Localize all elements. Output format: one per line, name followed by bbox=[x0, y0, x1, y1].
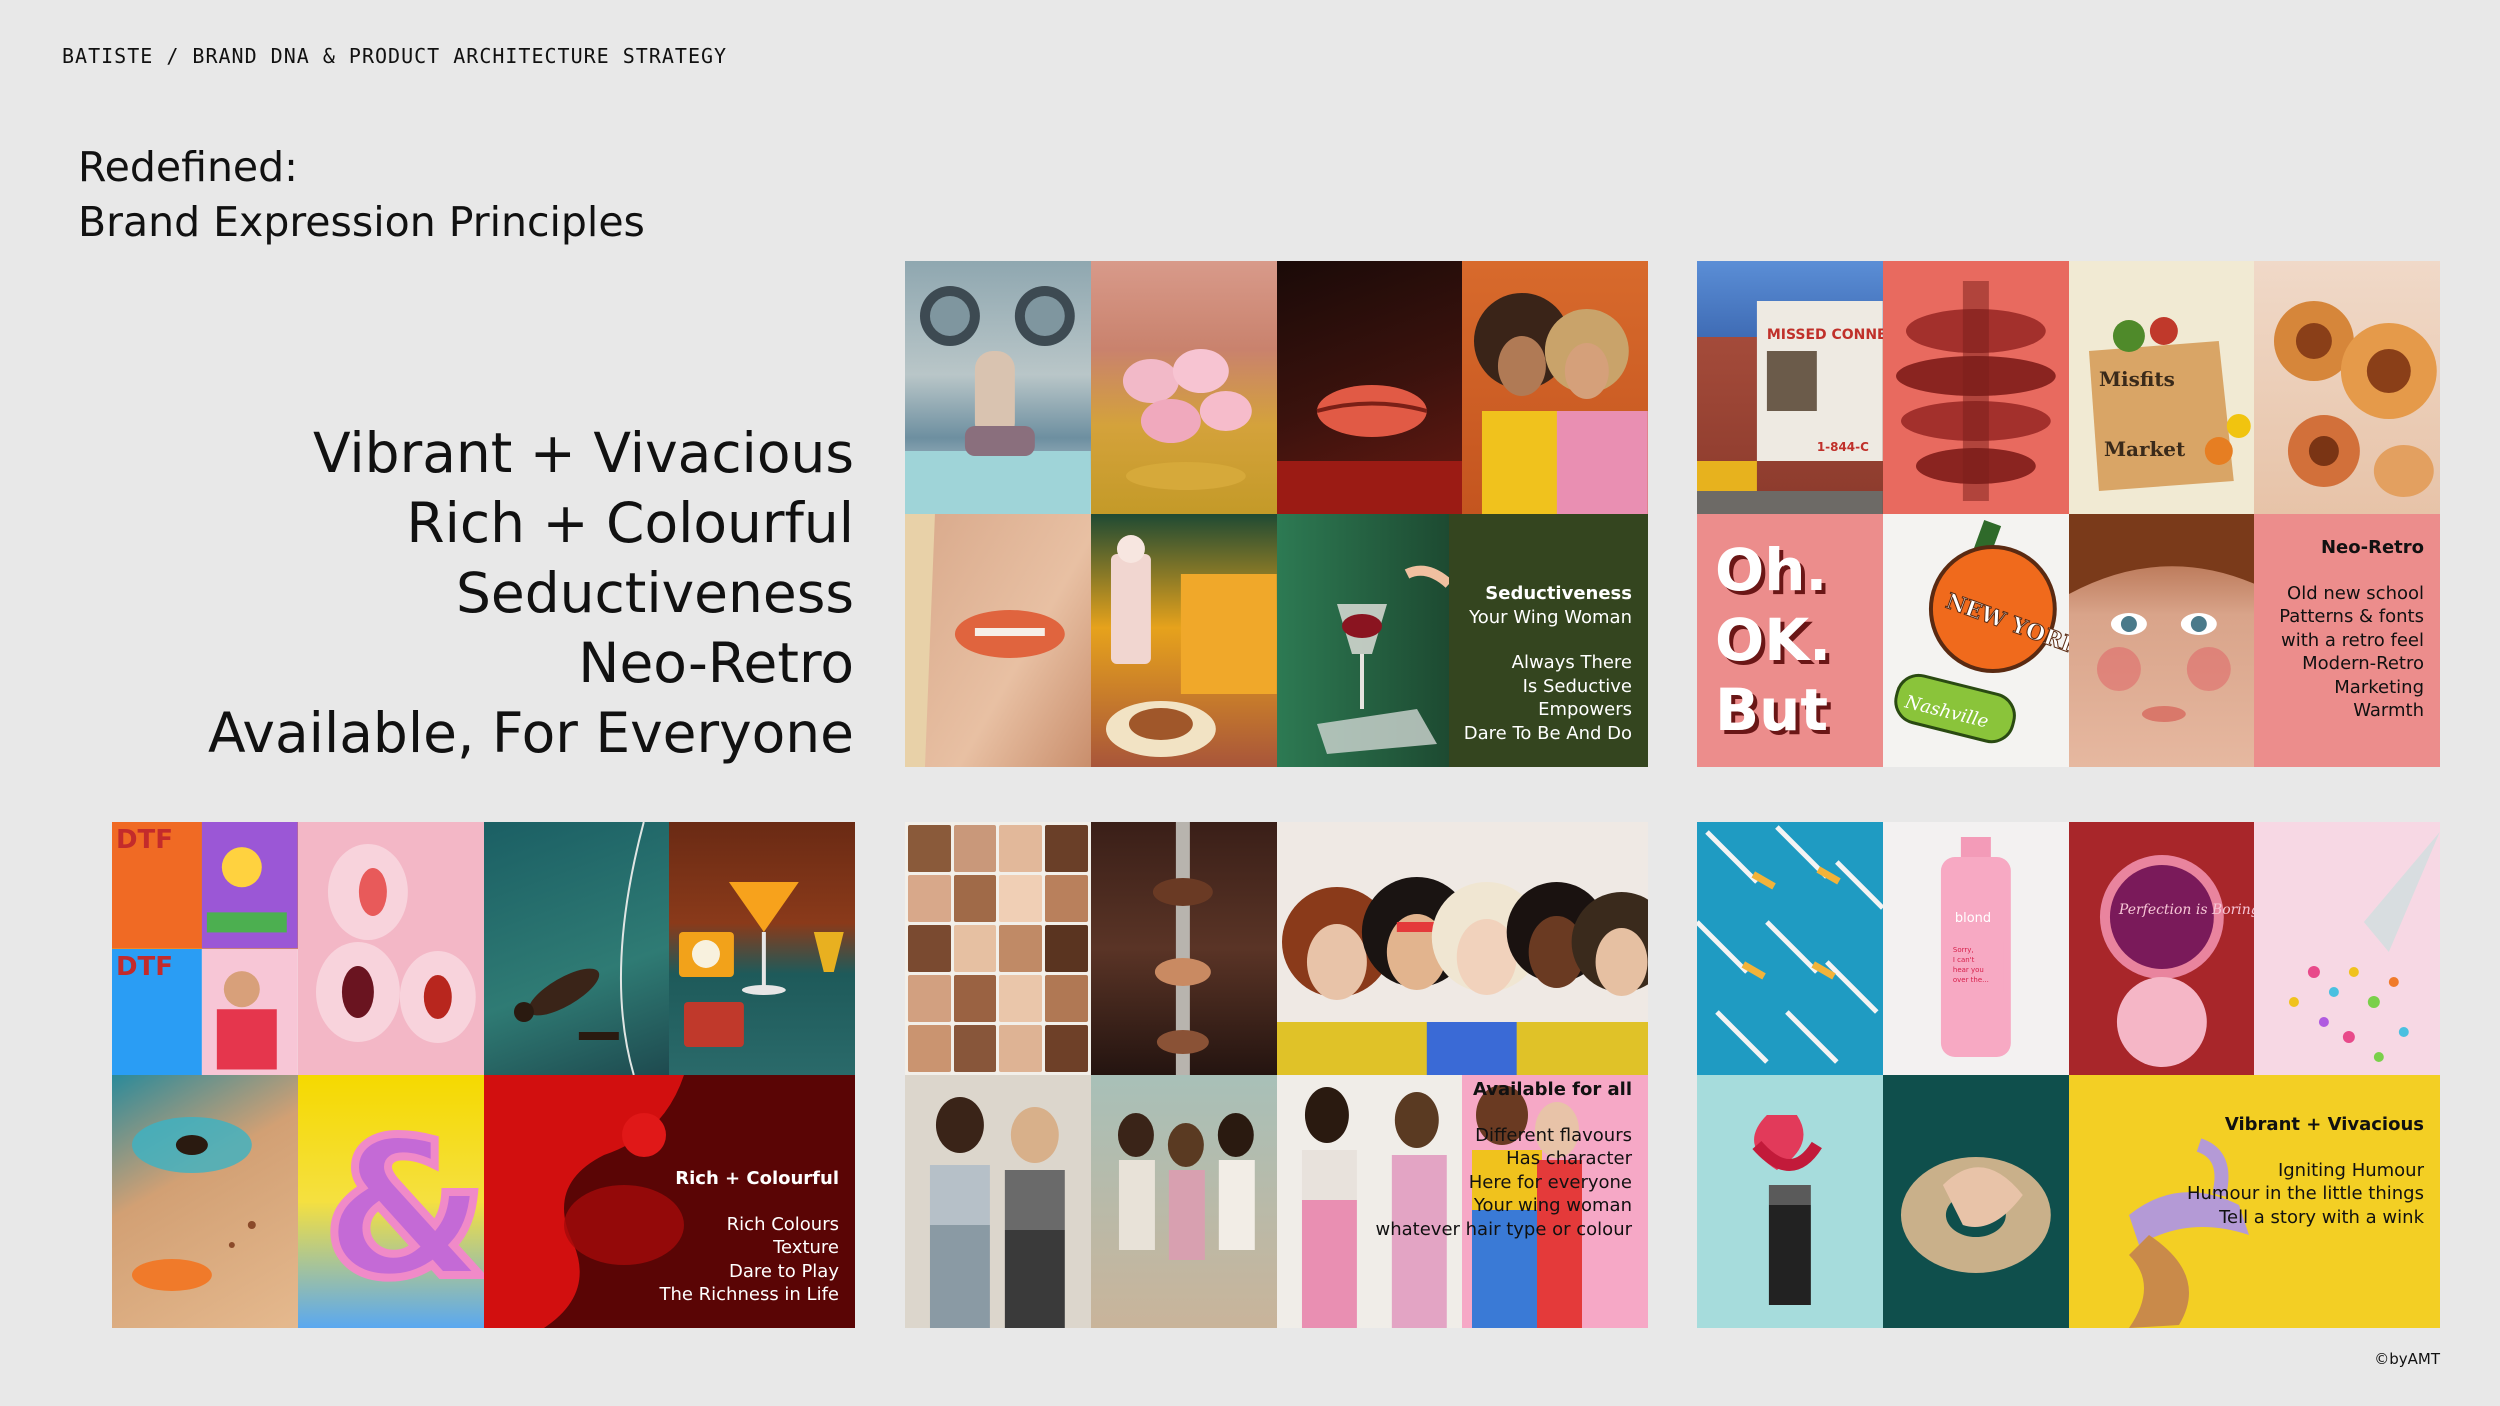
caption-line: whatever hair type or colour bbox=[1375, 1218, 1633, 1240]
moodboard-neo-retro: MISSED CONNE 1-844-C Misfits Market Oh. … bbox=[1697, 261, 2440, 767]
seductiveness-caption: Seductiveness Your Wing Woman Always The… bbox=[1464, 582, 1632, 745]
caption-line: Is Seductive bbox=[1522, 675, 1632, 697]
title-line-1: Redefined: bbox=[78, 143, 298, 191]
oh-ok-but-sticker: Oh. Oh. OK. OK. But But bbox=[1697, 514, 1883, 767]
principles-list: Vibrant + Vivacious Rich + Colourful Sed… bbox=[208, 418, 854, 768]
billboard-phone: 1-844-C bbox=[1817, 440, 1869, 454]
principle-item: Neo-Retro bbox=[578, 631, 854, 695]
principle-item: Seductiveness bbox=[456, 561, 854, 625]
caption-line: Has character bbox=[1506, 1148, 1632, 1169]
moodboard-rich-colourful: DTF DTF & Rich + Colourful Rich Colours … bbox=[112, 822, 855, 1328]
caption-line: Patterns & fonts bbox=[2279, 606, 2424, 627]
orange-lips-photo bbox=[905, 514, 1091, 767]
compact-text: Perfection is Boring bbox=[2117, 902, 2254, 918]
rich-colourful-caption: Rich + Colourful Rich Colours Texture Da… bbox=[659, 1167, 839, 1307]
caption-line: Always There bbox=[1511, 652, 1632, 673]
svg-text:Oh.: Oh. bbox=[1715, 536, 1827, 604]
freckled-model-photo bbox=[2068, 514, 2255, 767]
breadcrumb: BATISTE / BRAND DNA & PRODUCT ARCHITECTU… bbox=[62, 44, 728, 68]
dtf-poster-blue: DTF bbox=[112, 948, 298, 1075]
laundromat-photo bbox=[905, 261, 1091, 514]
caption-heading: Available for all bbox=[1472, 1079, 1632, 1100]
principle-item: Available, For Everyone bbox=[208, 701, 854, 765]
dtf-posters: DTF DTF bbox=[112, 822, 298, 1075]
available-caption: Available for all Different flavours Has… bbox=[905, 1078, 1633, 1241]
svg-text:OK.: OK. bbox=[1715, 606, 1831, 674]
moodboard-seductiveness: Seductiveness Your Wing Woman Always The… bbox=[905, 261, 1648, 767]
svg-text:&: & bbox=[323, 1099, 484, 1320]
caption-heading: Rich + Colourful bbox=[675, 1168, 839, 1189]
cupcakes-photo bbox=[1090, 261, 1277, 514]
moodboard-vibrant: blond Sorry, I can't hear you over the..… bbox=[1697, 822, 2440, 1328]
skin-tone-grid bbox=[905, 822, 1091, 1075]
diver-photo bbox=[483, 822, 670, 1075]
caption-heading: Neo-Retro bbox=[2320, 537, 2424, 558]
caption-line: Humour in the little things bbox=[2186, 1183, 2424, 1204]
caption-heading: Vibrant + Vivacious bbox=[2224, 1114, 2424, 1135]
red-lips-photo bbox=[1276, 261, 1463, 514]
caption-heading: Seductiveness bbox=[1485, 583, 1632, 604]
misfits-market-box-photo: Misfits Market bbox=[2068, 261, 2255, 514]
svg-text:hear you: hear you bbox=[1953, 966, 1984, 974]
caption-line: The Richness in Life bbox=[659, 1284, 839, 1305]
box-label-misfits: Misfits bbox=[2098, 367, 2174, 391]
golden-ring-art bbox=[1882, 1075, 2069, 1328]
poster-text: DTF bbox=[116, 825, 173, 855]
lipstick-smears-photo bbox=[297, 822, 484, 1075]
svg-text:I can't: I can't bbox=[1953, 956, 1975, 964]
title-line-2: Brand Expression Principles bbox=[78, 198, 645, 246]
fuzzy-ampersand-art: & bbox=[297, 1075, 484, 1328]
billboard-photo: MISSED CONNE 1-844-C bbox=[1697, 261, 1883, 514]
milkshake-burger-photo bbox=[1090, 514, 1277, 767]
svg-text:But: But bbox=[1715, 676, 1828, 744]
glitter-makeup-photo bbox=[112, 1075, 298, 1328]
vibrant-caption: Vibrant + Vivacious Igniting Humour Humo… bbox=[2187, 1113, 2424, 1229]
caption-line: with a retro feel bbox=[2280, 629, 2424, 651]
abstract-rings-art bbox=[1882, 261, 2069, 514]
principle-item: Rich + Colourful bbox=[406, 491, 854, 555]
copyright-credit: ©byAMT bbox=[2374, 1350, 2440, 1368]
caption-line: Empowers bbox=[1538, 699, 1632, 720]
caption-line: Old new school bbox=[2287, 582, 2424, 604]
caption-line: Dare To Be And Do bbox=[1463, 722, 1632, 744]
caption-line: Your wing woman bbox=[1473, 1195, 1632, 1216]
blond-bottle-photo: blond Sorry, I can't hear you over the..… bbox=[1882, 822, 2069, 1075]
svg-text:Sorry,: Sorry, bbox=[1953, 946, 1974, 954]
box-label-market: Market bbox=[2103, 437, 2185, 461]
forks-fries-photo bbox=[1697, 822, 1883, 1075]
rich-colourful-caption-tile: Rich + Colourful Rich Colours Texture Da… bbox=[483, 1075, 855, 1328]
sprinkles-scoop-photo bbox=[2254, 822, 2440, 1075]
caption-line: Here for everyone bbox=[1468, 1171, 1632, 1193]
neo-retro-caption: Neo-Retro Old new school Patterns & font… bbox=[2279, 536, 2424, 723]
vibrant-caption-tile: Vibrant + Vivacious Igniting Humour Humo… bbox=[2068, 1075, 2440, 1328]
moodboard-available bbox=[905, 822, 1648, 1328]
neo-retro-caption-tile: Neo-Retro Old new school Patterns & font… bbox=[2254, 514, 2440, 767]
group-of-women-photo bbox=[1276, 822, 1648, 1075]
caption-line: Warmth bbox=[2353, 700, 2424, 721]
dtf-poster-orange: DTF bbox=[112, 822, 298, 949]
caption-line: Igniting Humour bbox=[2277, 1159, 2424, 1181]
caption-line: Texture bbox=[773, 1237, 839, 1258]
caption-line: Tell a story with a wink bbox=[2219, 1206, 2424, 1228]
cocktail-photo bbox=[669, 822, 855, 1075]
caption-line: Marketing bbox=[2334, 676, 2424, 698]
page-title: Redefined: Brand Expression Principles bbox=[78, 140, 645, 250]
new-york-apple-patch: NEW YORK Nashville bbox=[1882, 514, 2069, 767]
caption-line: Rich Colours bbox=[726, 1213, 839, 1235]
caption-subheading: Your Wing Woman bbox=[1469, 606, 1632, 628]
twisted-lipstick-art bbox=[1697, 1075, 1883, 1328]
billboard-text: MISSED CONNE bbox=[1767, 327, 1883, 343]
principle-item: Vibrant + Vivacious bbox=[312, 421, 854, 485]
svg-text:over the...: over the... bbox=[1953, 976, 1989, 984]
subway-hands-photo bbox=[1090, 822, 1277, 1075]
caption-line: Modern-Retro bbox=[2302, 653, 2424, 674]
two-women-photo bbox=[1462, 261, 1648, 514]
caption-line: Dare to Play bbox=[728, 1260, 839, 1282]
bottle-brand: blond bbox=[1955, 911, 1991, 926]
poster-text: DTF bbox=[116, 952, 173, 982]
3d-letters-art bbox=[2254, 261, 2440, 514]
seductiveness-caption-tile: Seductiveness Your Wing Woman Always The… bbox=[1276, 514, 1648, 767]
makeup-compact-photo: Perfection is Boring bbox=[2068, 822, 2255, 1075]
caption-line: Different flavours bbox=[1475, 1124, 1632, 1146]
